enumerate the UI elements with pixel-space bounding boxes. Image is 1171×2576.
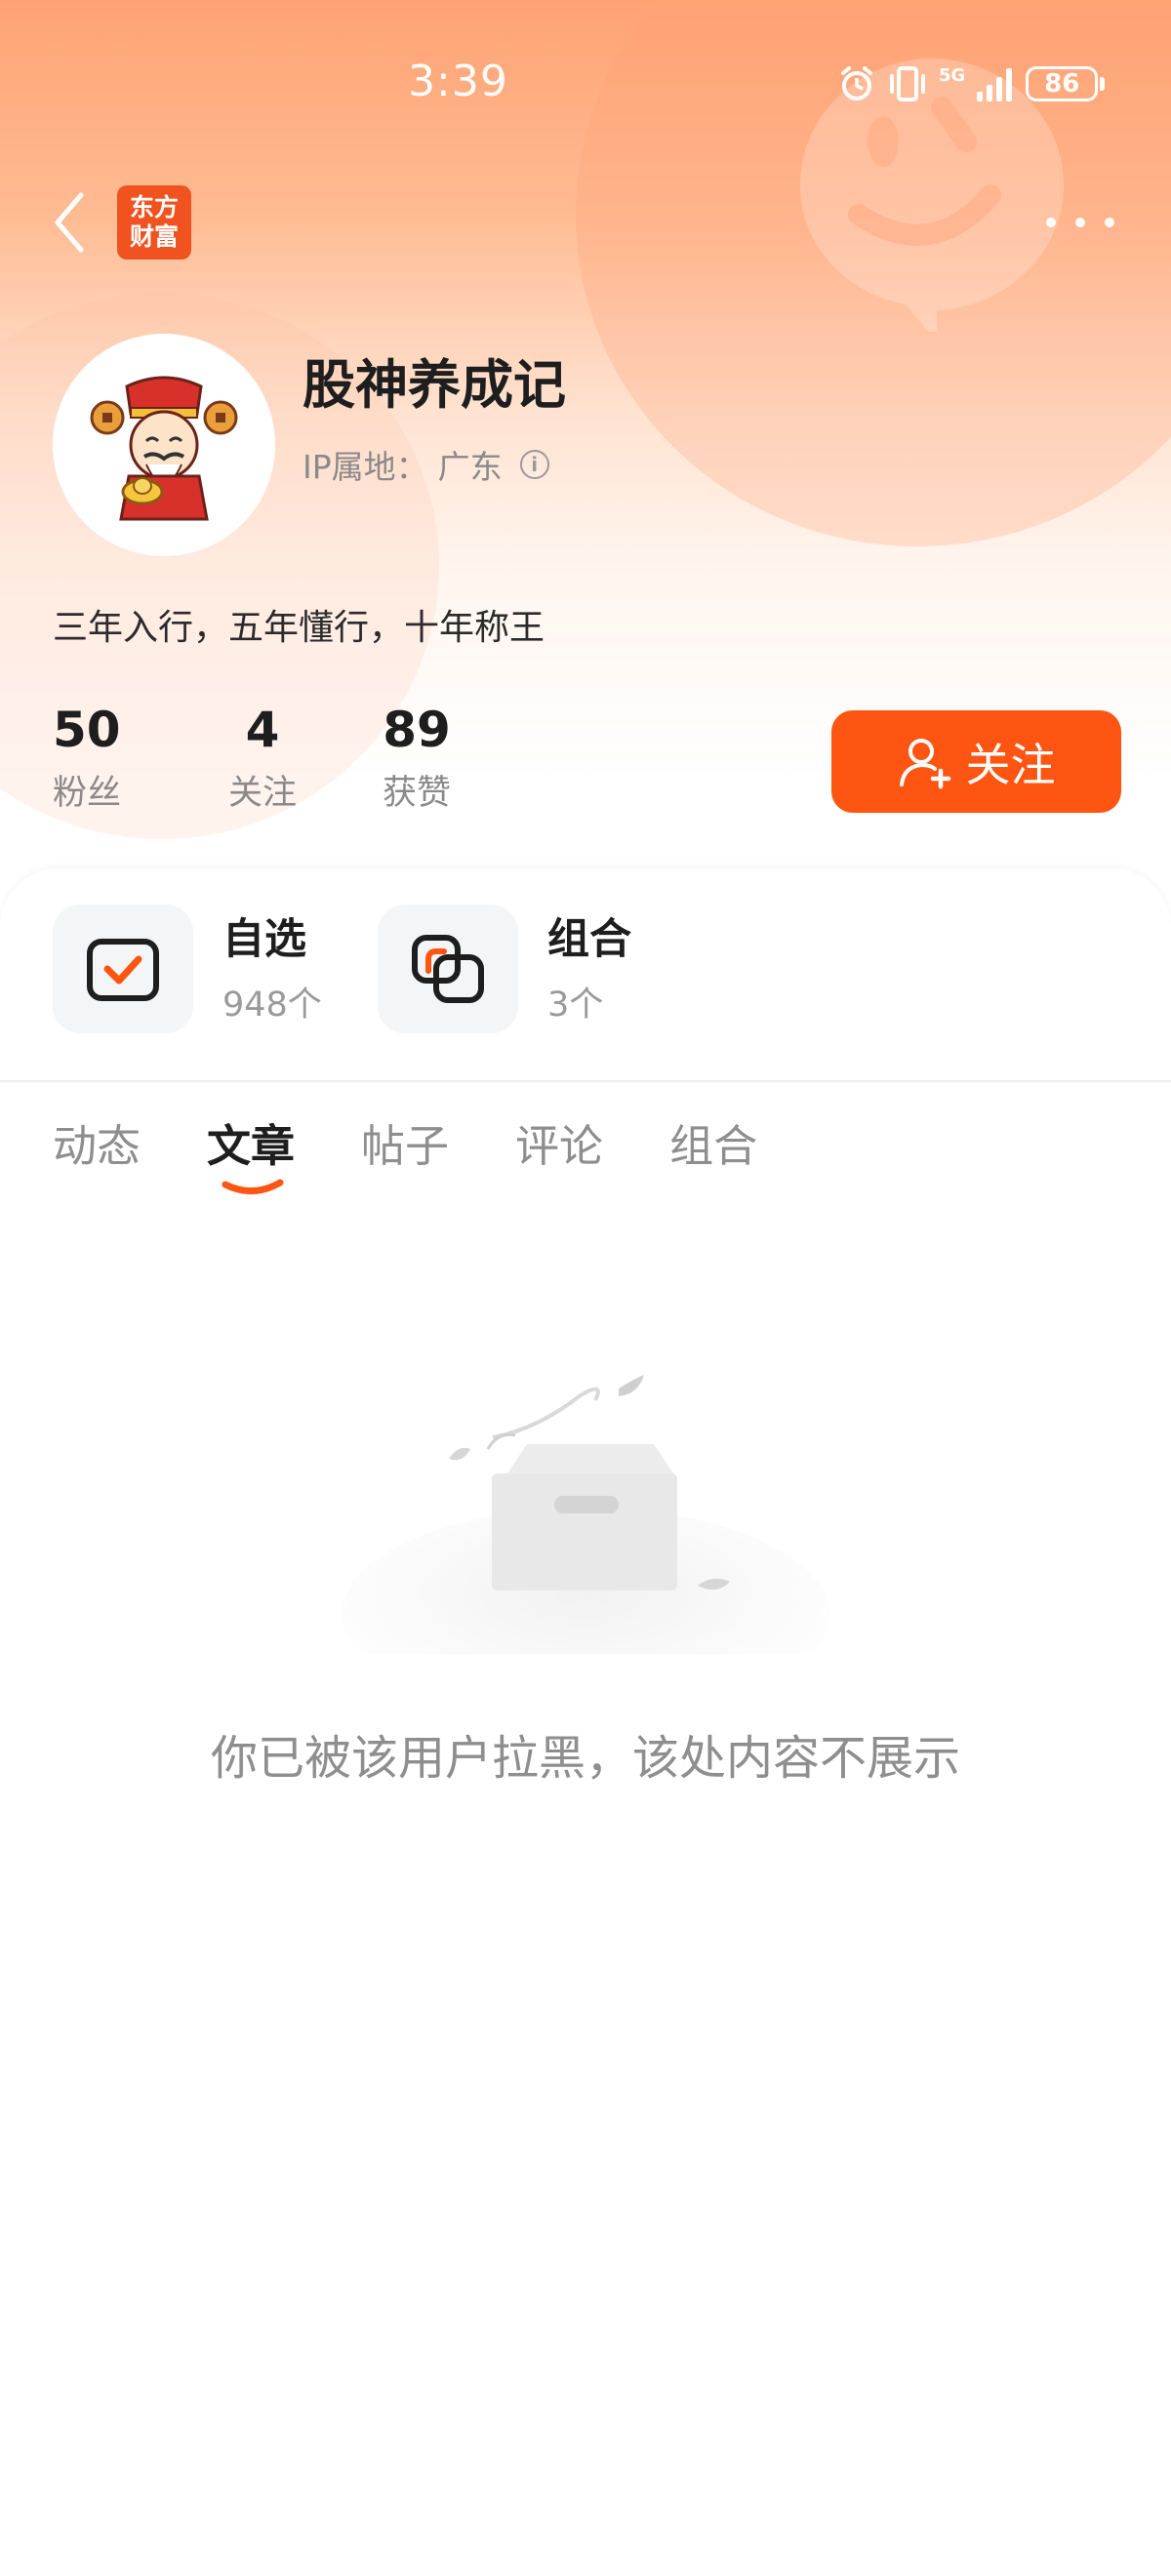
logo-text-line1: 东方: [129, 193, 179, 221]
active-tab-indicator: [222, 1179, 284, 1194]
network-label: 5G: [939, 64, 966, 86]
tab-dynamics[interactable]: 动态: [53, 1110, 141, 1174]
watchlist-icon-box: [53, 905, 193, 1033]
watchlist-entry[interactable]: 自选 948个: [53, 905, 322, 1033]
tool-count: 3个: [547, 985, 604, 1025]
tab-comments[interactable]: 评论: [515, 1110, 603, 1174]
stat-following[interactable]: 4 关注: [209, 701, 316, 815]
info-icon[interactable]: i: [519, 450, 549, 479]
tab-bar: 动态 文章 帖子 评论 组合: [53, 1110, 824, 1194]
tool-title: 组合: [547, 914, 631, 964]
portfolio-icon: [412, 935, 484, 1003]
tab-posts[interactable]: 帖子: [361, 1110, 449, 1174]
vibrate-icon: [890, 66, 925, 101]
fortune-god-avatar-icon: [90, 376, 238, 521]
status-time: 3:39: [408, 57, 508, 106]
stat-label: 粉丝: [53, 774, 122, 813]
battery-icon: 86: [1026, 66, 1099, 101]
back-button[interactable]: [45, 183, 94, 262]
stat-label: 关注: [227, 774, 297, 813]
follow-button[interactable]: 关注: [831, 710, 1121, 813]
tab-articles[interactable]: 文章: [207, 1110, 296, 1194]
signal-icon: [977, 68, 1013, 101]
tab-label: 文章: [207, 1120, 296, 1172]
add-user-icon: [899, 738, 950, 788]
stats-row: 50 粉丝 4 关注 89 获赞: [53, 701, 470, 815]
stat-value: 89: [383, 702, 451, 758]
alarm-icon: [841, 66, 872, 101]
checkbox-icon: [87, 939, 159, 1001]
chevron-left-icon: [55, 192, 84, 253]
portfolio-entry[interactable]: 组合 3个: [378, 905, 631, 1033]
logo-text-line2: 财富: [129, 222, 179, 251]
tool-title: 自选: [222, 914, 306, 964]
status-icons: 5G 86: [837, 60, 1106, 107]
portfolio-icon-box: [378, 905, 518, 1033]
app-logo[interactable]: 东方 财富: [117, 185, 191, 260]
stat-fans[interactable]: 50 粉丝: [53, 701, 160, 815]
more-dots-icon[interactable]: [1046, 205, 1114, 240]
divider: [0, 1080, 1171, 1082]
follow-button-label: 关注: [965, 738, 1056, 791]
username: 股神养成记: [303, 354, 566, 416]
stat-value: 4: [245, 702, 280, 758]
battery-level: 86: [1044, 69, 1080, 99]
ip-location-row: IP属地： 广东 i: [303, 441, 549, 488]
empty-state-message: 你已被该用户拉黑，该处内容不展示: [210, 1731, 960, 1786]
ip-label: IP属地：: [303, 448, 428, 486]
stat-likes[interactable]: 89 获赞: [363, 701, 470, 815]
ip-location: 广东: [437, 448, 503, 486]
battery-tip: [1100, 77, 1106, 91]
stat-label: 获赞: [382, 774, 451, 813]
tab-portfolio[interactable]: 组合: [669, 1110, 757, 1174]
stat-value: 50: [53, 702, 121, 758]
tool-count: 948个: [222, 985, 322, 1025]
user-bio: 三年入行，五年懂行，十年称王: [53, 608, 545, 648]
avatar[interactable]: [53, 334, 275, 556]
empty-box-icon: [342, 1375, 829, 1654]
